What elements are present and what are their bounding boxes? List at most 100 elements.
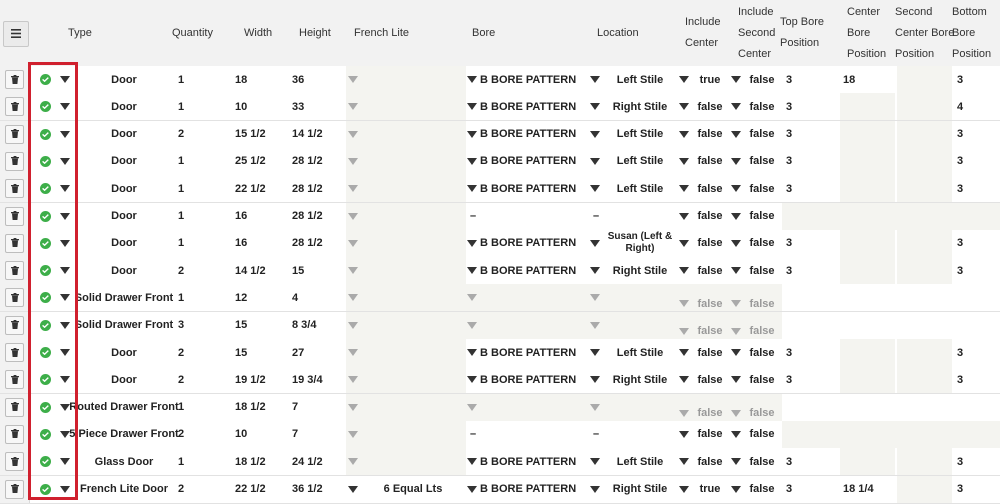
column-menu-button[interactable] [3, 21, 29, 47]
cell-include-center[interactable]: true [693, 476, 727, 503]
french-lite-dropdown-button[interactable] [348, 66, 360, 93]
location-dropdown-button[interactable] [590, 93, 602, 120]
french-lite-dropdown-button[interactable] [348, 121, 360, 148]
row-expand-button[interactable] [60, 203, 72, 230]
cell-include-center[interactable]: false [693, 339, 727, 366]
cell-location[interactable]: Right Stile [604, 257, 676, 284]
cell-bottom-bore-position[interactable]: 3 [957, 148, 997, 175]
header-height[interactable]: Height [299, 0, 349, 66]
row-expand-button[interactable] [60, 257, 72, 284]
cell-type[interactable]: Door [74, 366, 174, 393]
cell-bottom-bore-position[interactable]: 3 [957, 339, 997, 366]
bore-dropdown-button[interactable] [467, 312, 479, 339]
bore-dropdown-button[interactable] [467, 148, 479, 175]
cell-location[interactable]: Right Stile [604, 476, 676, 503]
cell-top-bore-position[interactable]: 3 [786, 148, 836, 175]
include-second-center-dropdown-button[interactable] [731, 448, 743, 475]
cell-include-center[interactable]: false [693, 175, 727, 202]
delete-row-button[interactable] [5, 261, 24, 281]
cell-bore[interactable]: B BORE PATTERN [480, 121, 590, 148]
include-center-dropdown-button[interactable] [679, 148, 691, 175]
header-type[interactable]: Type [68, 0, 128, 66]
cell-type[interactable]: Solid Drawer Front [74, 312, 174, 339]
cell-height[interactable]: 27 [292, 339, 347, 366]
french-lite-dropdown-button[interactable] [348, 93, 360, 120]
cell-height[interactable]: 24 1/2 [292, 448, 347, 475]
header-include-second-center[interactable]: Include Second Center [738, 0, 778, 66]
cell-height[interactable]: 28 1/2 [292, 175, 347, 202]
cell-height[interactable]: 28 1/2 [292, 203, 347, 230]
delete-row-button[interactable] [5, 151, 24, 171]
header-include-center[interactable]: Include Center [685, 0, 725, 66]
cell-height[interactable]: 7 [292, 394, 347, 421]
bore-dropdown-button[interactable] [467, 175, 479, 202]
cell-quantity[interactable]: 2 [178, 421, 218, 448]
cell-type[interactable]: Solid Drawer Front [74, 284, 174, 311]
delete-row-button[interactable] [5, 343, 24, 362]
cell-top-bore-position[interactable]: 3 [786, 175, 836, 202]
delete-row-button[interactable] [5, 97, 24, 117]
cell-height[interactable]: 33 [292, 93, 347, 120]
cell-width[interactable]: 19 1/2 [235, 366, 290, 393]
delete-row-button[interactable] [5, 70, 24, 89]
french-lite-dropdown-button[interactable] [348, 284, 360, 311]
include-center-dropdown-button[interactable] [679, 121, 691, 148]
cell-bottom-bore-position[interactable]: 4 [957, 93, 997, 120]
include-second-center-dropdown-button[interactable] [731, 148, 743, 175]
cell-width[interactable]: 18 [235, 66, 290, 93]
header-bottom-bore-position[interactable]: Bottom Bore Position [952, 0, 1000, 66]
cell-include-second-center[interactable]: false [745, 421, 779, 448]
include-second-center-dropdown-button[interactable] [731, 366, 743, 393]
cell-include-second-center[interactable]: false [745, 148, 779, 175]
delete-row-button[interactable] [5, 479, 24, 499]
cell-location[interactable]: – [593, 203, 613, 230]
cell-include-second-center[interactable]: false [745, 175, 779, 202]
location-dropdown-button[interactable] [590, 339, 602, 366]
location-dropdown-button[interactable] [590, 148, 602, 175]
cell-bore[interactable]: B BORE PATTERN [480, 448, 590, 475]
cell-quantity[interactable]: 2 [178, 339, 218, 366]
location-dropdown-button[interactable] [590, 257, 602, 284]
delete-row-button[interactable] [5, 370, 24, 390]
location-dropdown-button[interactable] [590, 175, 602, 202]
cell-type[interactable]: Routed Drawer Front [69, 394, 178, 421]
cell-include-second-center[interactable]: false [745, 203, 779, 230]
cell-bottom-bore-position[interactable]: 3 [957, 448, 997, 475]
cell-bore[interactable]: – [470, 203, 490, 230]
row-expand-button[interactable] [60, 476, 72, 503]
cell-bottom-bore-position[interactable]: 3 [957, 366, 997, 393]
bore-dropdown-button[interactable] [467, 257, 479, 284]
cell-include-center[interactable]: false [693, 257, 727, 284]
bore-dropdown-button[interactable] [467, 284, 479, 311]
cell-quantity[interactable]: 1 [178, 203, 218, 230]
cell-top-bore-position[interactable]: 3 [786, 257, 836, 284]
cell-type[interactable]: 5 Piece Drawer Front [69, 421, 178, 448]
cell-type[interactable]: Door [74, 93, 174, 120]
header-location[interactable]: Location [597, 0, 657, 66]
bore-dropdown-button[interactable] [467, 448, 479, 475]
include-center-dropdown-button[interactable] [679, 339, 691, 366]
cell-type[interactable]: Door [74, 121, 174, 148]
include-center-dropdown-button[interactable] [679, 203, 691, 230]
cell-location[interactable]: Left Stile [604, 148, 676, 175]
cell-quantity[interactable]: 1 [178, 66, 218, 93]
cell-height[interactable]: 28 1/2 [292, 230, 347, 257]
cell-quantity[interactable]: 1 [178, 148, 218, 175]
cell-quantity[interactable]: 2 [178, 476, 218, 503]
cell-bore[interactable]: B BORE PATTERN [480, 175, 590, 202]
cell-include-second-center[interactable]: false [745, 476, 779, 503]
include-center-dropdown-button[interactable] [679, 175, 691, 202]
row-expand-button[interactable] [60, 121, 72, 148]
header-center-bore-position[interactable]: Center Bore Position [847, 0, 895, 66]
cell-include-second-center[interactable]: false [745, 366, 779, 393]
include-second-center-dropdown-button[interactable] [731, 66, 743, 93]
cell-type[interactable]: French Lite Door [74, 476, 174, 503]
include-center-dropdown-button[interactable] [679, 93, 691, 120]
row-expand-button[interactable] [60, 448, 72, 475]
cell-height[interactable]: 14 1/2 [292, 121, 347, 148]
cell-include-center[interactable]: false [693, 93, 727, 120]
include-second-center-dropdown-button[interactable] [731, 421, 743, 448]
cell-height[interactable]: 36 1/2 [292, 476, 347, 503]
cell-quantity[interactable]: 3 [178, 312, 218, 339]
cell-location[interactable]: Right Stile [604, 366, 676, 393]
